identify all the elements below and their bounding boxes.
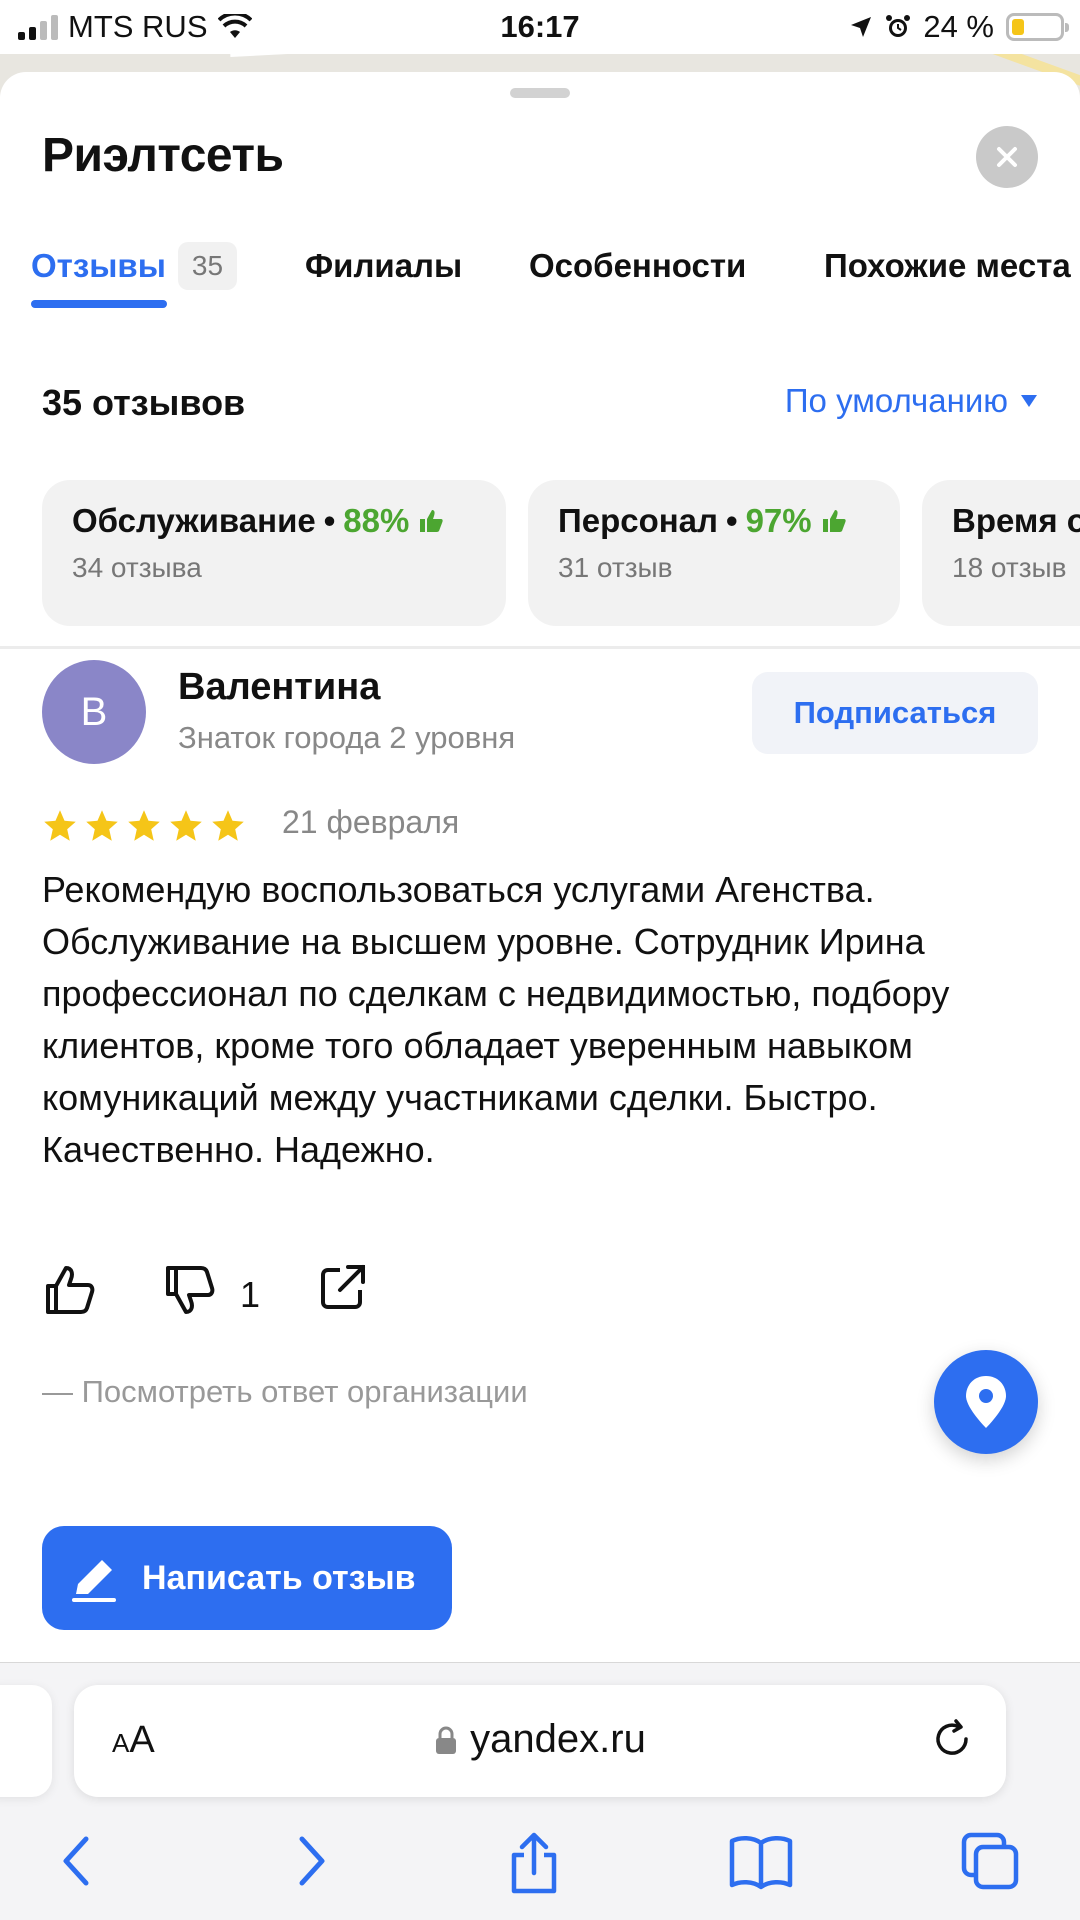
- location-arrow-icon: [851, 17, 872, 37]
- forward-button[interactable]: [290, 1831, 334, 1896]
- chevron-right-icon: [299, 1836, 325, 1886]
- tabs-button[interactable]: [960, 1831, 1020, 1896]
- thumbs-down-icon: [166, 1266, 215, 1314]
- tab-features[interactable]: Особенности: [529, 234, 746, 298]
- active-tab-indicator: [31, 300, 167, 308]
- aspect-name: Обслуживание: [72, 502, 316, 539]
- aspect-reviews-count: 31 отзыв: [558, 552, 673, 583]
- aspect-name: Персонал: [558, 502, 718, 539]
- reviews-count: 35 отзывов: [42, 382, 246, 423]
- close-icon: [997, 147, 1017, 167]
- alarm-icon: [886, 15, 911, 37]
- aspect-percent: 88%: [343, 502, 410, 539]
- tab-label: Отзывы: [31, 247, 166, 284]
- chevron-left-icon: [63, 1836, 89, 1886]
- aspect-title: Время о: [952, 502, 1080, 540]
- dislike-count: 1: [240, 1274, 261, 1315]
- close-button[interactable]: [976, 126, 1038, 188]
- aspect-card[interactable]: Персонал • 97% 31 отзыв: [528, 480, 900, 626]
- aspect-reviews-count: 34 отзыва: [72, 552, 202, 583]
- battery-icon: [1006, 13, 1069, 41]
- aspect-percent: 97%: [745, 502, 812, 539]
- star-icon: [86, 810, 118, 841]
- share-external-icon: [321, 1265, 365, 1309]
- status-bar: MTS RUS 16:17 24 %: [0, 0, 1080, 54]
- share-icon: [511, 1832, 557, 1894]
- bookmarks-button[interactable]: [728, 1831, 794, 1896]
- browser-toolbar: [0, 1831, 1080, 1911]
- previous-tab-preview[interactable]: [0, 1685, 52, 1797]
- share-button[interactable]: [318, 1262, 368, 1317]
- reload-icon: [936, 1719, 968, 1755]
- star-icon: [212, 810, 244, 841]
- separator-dot: •: [726, 502, 738, 539]
- separator-dot: •: [323, 502, 336, 539]
- star-icon: [170, 810, 202, 841]
- write-review-label: Написать отзыв: [142, 1558, 416, 1597]
- rating-stars: [42, 808, 246, 844]
- thumbs-up-icon: [420, 510, 444, 532]
- place-title: Риэлтсеть: [42, 129, 284, 182]
- author-level: Знаток города 2 уровня: [178, 720, 516, 755]
- subscribe-button[interactable]: Подписаться: [752, 672, 1038, 754]
- url-text: yandex.ru: [470, 1717, 646, 1761]
- aspect-card[interactable]: Обслуживание • 88% 34 отзыва: [42, 480, 506, 626]
- place-sheet: Риэлтсеть Отзывы 35 Филиалы Особенности …: [0, 72, 1080, 1662]
- aspect-title: Обслуживание • 88%: [72, 502, 476, 540]
- sort-dropdown[interactable]: По умолчанию: [785, 382, 1038, 420]
- sheet-grabber[interactable]: [510, 88, 570, 98]
- battery-percent: 24 %: [923, 9, 994, 44]
- url-display[interactable]: yandex.ru: [74, 1717, 1006, 1762]
- write-review-button[interactable]: Написать отзыв: [42, 1526, 452, 1630]
- pencil-icon: [72, 1560, 116, 1602]
- location-pin-icon: [966, 1376, 1006, 1428]
- view-organization-answer[interactable]: — Посмотреть ответ организации: [42, 1374, 528, 1410]
- reload-button[interactable]: [930, 1717, 974, 1766]
- tab-count-badge: 35: [177, 242, 238, 290]
- star-icon: [44, 810, 76, 841]
- avatar[interactable]: В: [42, 660, 146, 764]
- sort-label: По умолчанию: [784, 382, 1008, 419]
- triangle-down-icon: [1021, 395, 1037, 407]
- map-location-button[interactable]: [934, 1350, 1038, 1454]
- back-button[interactable]: [54, 1831, 98, 1896]
- aspect-reviews-count: 18 отзыв: [952, 552, 1067, 583]
- review-date: 21 февраля: [282, 804, 460, 840]
- tab-branches[interactable]: Филиалы: [305, 234, 462, 298]
- aspect-card[interactable]: Время о 18 отзыв: [922, 480, 1080, 626]
- book-icon: [729, 1836, 793, 1890]
- thumbs-up-icon: [822, 510, 846, 532]
- aspect-title: Персонал • 97%: [558, 502, 870, 540]
- browser-bar: AA yandex.ru: [0, 1662, 1080, 1920]
- tab-similar-places[interactable]: Похожие места: [824, 234, 1071, 298]
- share-page-button[interactable]: [506, 1831, 562, 1900]
- address-bar[interactable]: AA yandex.ru: [74, 1685, 1006, 1797]
- aspect-name: Время о: [952, 502, 1080, 539]
- divider: [0, 646, 1080, 649]
- like-button[interactable]: [42, 1262, 98, 1323]
- star-icon: [128, 810, 160, 841]
- review-text: Рекомендую воспользоваться услугами Аген…: [42, 869, 950, 1170]
- status-right: 24 %: [849, 9, 1069, 45]
- lock-icon: [436, 1726, 457, 1755]
- tab-reviews[interactable]: Отзывы 35: [31, 234, 238, 298]
- tabs-icon: [961, 1832, 1019, 1890]
- thumbs-up-icon: [46, 1266, 95, 1314]
- author-name[interactable]: Валентина: [178, 666, 380, 709]
- dislike-button[interactable]: [162, 1262, 218, 1323]
